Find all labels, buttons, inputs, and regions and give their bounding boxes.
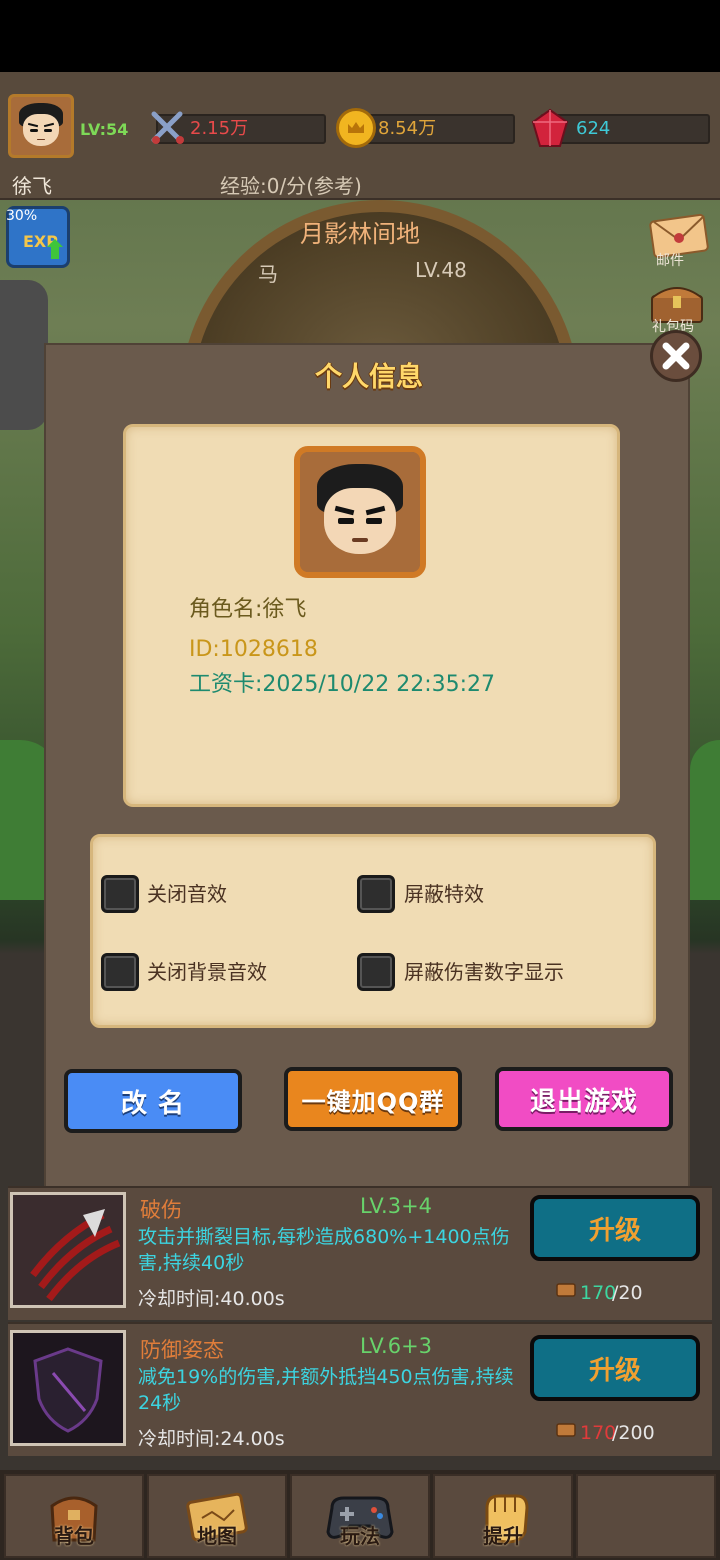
- cost-have: 170: [580, 1422, 617, 1444]
- crossed-swords-icon: [150, 110, 186, 146]
- cost-need: /20: [612, 1282, 643, 1304]
- nav-bag[interactable]: 背包: [4, 1474, 144, 1558]
- checkbox-hide-damage-numbers[interactable]: [357, 953, 395, 991]
- exp-boost-percent: 30%: [6, 208, 38, 224]
- skill-name: 防御姿态: [140, 1338, 224, 1362]
- player-level: LV:54: [80, 120, 129, 139]
- book-icon: [556, 1422, 576, 1438]
- skill-description: 减免19%的伤害,并额外抵挡450点伤害,持续24秒: [138, 1366, 514, 1414]
- cost-have: 170: [580, 1282, 617, 1304]
- nav-empty-slot: [576, 1474, 716, 1558]
- player-avatar[interactable]: [8, 94, 74, 158]
- nav-map-label: 地图: [197, 1524, 237, 1548]
- quit-game-button[interactable]: 退出游戏: [495, 1067, 673, 1131]
- settings-panel: [90, 834, 656, 1028]
- skill-name: 破伤: [140, 1198, 182, 1222]
- label-hide-damage-numbers: 屏蔽伤害数字显示: [404, 960, 564, 984]
- upgrade-button[interactable]: 升级: [530, 1335, 700, 1401]
- modal-title: 个人信息: [315, 362, 423, 393]
- label-mute-sfx: 关闭音效: [147, 882, 227, 906]
- checkbox-mute-bgm[interactable]: [101, 953, 139, 991]
- skill-cooldown: 冷却时间:24.00s: [138, 1428, 285, 1450]
- profile-face-icon: [300, 452, 420, 572]
- player-face-icon: [11, 97, 71, 155]
- player-id: ID:1028618: [189, 637, 318, 662]
- shield-icon: [10, 1330, 126, 1446]
- target-name: 马: [258, 262, 278, 286]
- scene-stone: [0, 280, 48, 430]
- gem-value: 624: [576, 118, 611, 139]
- upgrade-button[interactable]: 升级: [530, 1195, 700, 1261]
- checkbox-hide-effects[interactable]: [357, 875, 395, 913]
- book-icon: [556, 1282, 576, 1298]
- cost-need: /200: [612, 1422, 655, 1444]
- role-name: 角色名:徐飞: [189, 597, 307, 622]
- gold-value: 8.54万: [378, 118, 437, 139]
- nav-map[interactable]: 地图: [147, 1474, 287, 1558]
- nav-upgrade[interactable]: 提升: [433, 1474, 573, 1558]
- checkbox-mute-sfx[interactable]: [101, 875, 139, 913]
- player-name: 徐飞: [12, 174, 52, 198]
- skill-description: 攻击并撕裂目标,每秒造成680%+1400点伤害,持续40秒: [138, 1226, 510, 1274]
- skill-cooldown: 冷却时间:40.00s: [138, 1288, 285, 1310]
- salary-card: 工资卡:2025/10/22 22:35:27: [189, 672, 496, 697]
- join-qq-group-button[interactable]: 一键加QQ群: [284, 1067, 462, 1131]
- close-icon: [662, 342, 690, 370]
- nav-gameplay[interactable]: 玩法: [290, 1474, 430, 1558]
- scene-grass-right: [690, 740, 720, 900]
- power-value: 2.15万: [190, 118, 249, 139]
- exp-rate: 经验:0/分(参考): [220, 174, 362, 198]
- skill-level: LV.6+3: [360, 1334, 433, 1358]
- ruby-icon: [530, 108, 570, 150]
- profile-avatar: [294, 446, 426, 578]
- skill-level: LV.3+4: [360, 1194, 433, 1218]
- nav-bag-label: 背包: [54, 1524, 94, 1548]
- label-hide-effects: 屏蔽特效: [404, 882, 484, 906]
- close-button[interactable]: [650, 330, 702, 382]
- target-level: LV.48: [415, 258, 467, 282]
- nav-gameplay-label: 玩法: [340, 1524, 380, 1548]
- nav-upgrade-label: 提升: [483, 1524, 523, 1548]
- rename-button[interactable]: 改 名: [64, 1069, 242, 1133]
- map-name: 月影林间地: [300, 220, 420, 248]
- claw-slash-icon: [10, 1192, 126, 1308]
- label-mute-bgm: 关闭背景音效: [147, 960, 267, 984]
- mail-label: 邮件: [656, 253, 684, 269]
- gold-coin-icon: [336, 108, 376, 148]
